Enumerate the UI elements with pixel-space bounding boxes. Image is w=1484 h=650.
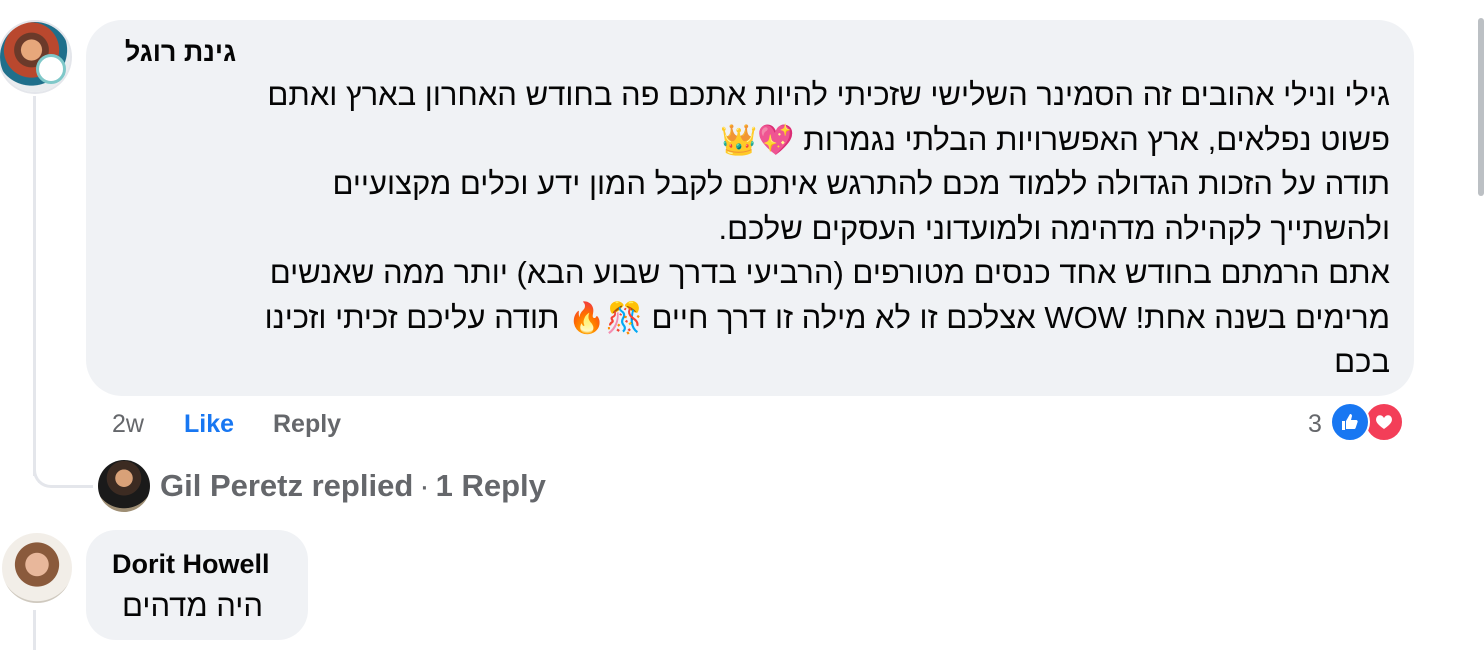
comment-timestamp[interactable]: 2w (112, 406, 144, 442)
comment-line: מרימים בשנה אחת! WOW אצלכם זו לא מילה זו… (130, 296, 1390, 341)
confetti-fire-icon: 🎊🔥 (568, 302, 643, 336)
profile-badge-icon (36, 54, 66, 84)
reply-button[interactable]: Reply (273, 406, 341, 442)
thread-connector-line-lower (33, 610, 36, 650)
reply-count: 1 Reply (435, 468, 546, 503)
comment-body: גילי ונילי אהובים זה הסמינר השלישי שזכית… (130, 73, 1390, 385)
replier-avatar[interactable] (98, 460, 150, 512)
avatar[interactable] (0, 22, 70, 92)
replier-name: Gil Peretz replied (160, 468, 414, 503)
comment-line: אתם הרמתם בחודש אחד כנסים מטורפים (הרביע… (269, 255, 1390, 290)
comment-author[interactable]: Dorit Howell (112, 546, 270, 582)
comment-line-text: מרימים בשנה אחת! WOW אצלכם זו לא מילה זו… (651, 299, 1390, 335)
avatar[interactable] (2, 533, 72, 603)
like-icon (1330, 402, 1370, 442)
comment-line-text: פשוט נפלאים, ארץ האפשרויות הבלתי נגמרות (803, 121, 1390, 157)
view-replies-link[interactable]: Gil Peretz replied · 1 Reply (160, 466, 546, 506)
sparkling-heart-crown-icon: 💖👑 (720, 124, 795, 158)
comment-body: היה מדהים (122, 588, 263, 623)
thread-connector-curve (33, 446, 93, 488)
comment-line: בכם (1334, 344, 1390, 379)
separator-dot: · (419, 468, 430, 503)
comment-line: תודה על הזכות הגדולה ללמוד מכם להתרגש אי… (332, 166, 1390, 201)
comment-line: ולהשתייך לקהילה מדהימה ולמועדוני העסקים … (718, 210, 1391, 246)
comment-line-text: תודה עליכם זכיתי וזכינו (264, 299, 560, 335)
scrollbar[interactable] (1478, 18, 1484, 196)
like-button[interactable]: Like (184, 406, 234, 442)
reaction-count: 3 (1308, 410, 1322, 438)
comment-author[interactable]: גינת רוגל (112, 34, 236, 70)
thread-connector-line (33, 96, 36, 476)
comment-line: גילי ונילי אהובים זה הסמינר השלישי שזכית… (267, 77, 1390, 112)
love-icon (1364, 402, 1404, 442)
comment-line: פשוט נפלאים, ארץ האפשרויות הבלתי נגמרות … (130, 118, 1390, 163)
